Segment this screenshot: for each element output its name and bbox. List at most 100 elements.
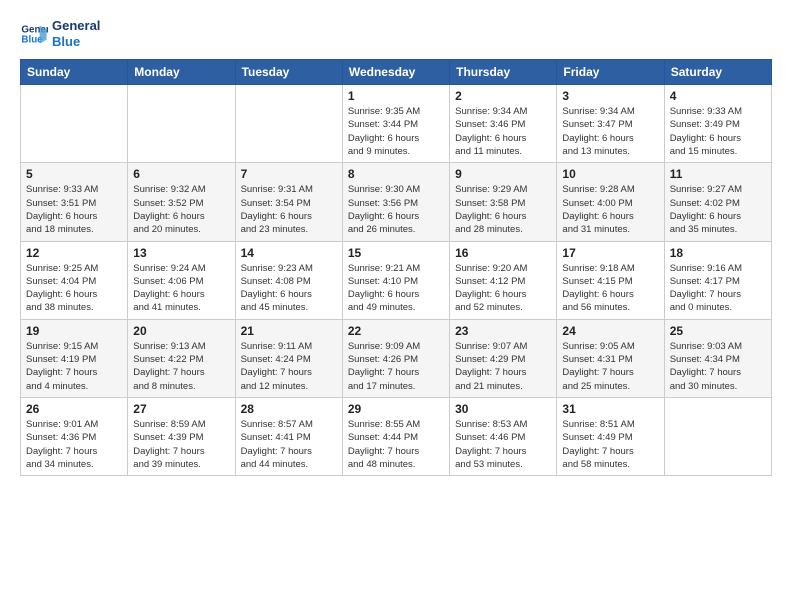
day-number: 17	[562, 246, 658, 260]
empty-cell	[235, 85, 342, 163]
day-number: 2	[455, 89, 551, 103]
day-number: 14	[241, 246, 337, 260]
day-number: 13	[133, 246, 229, 260]
day-number: 16	[455, 246, 551, 260]
calendar-week-4: 19Sunrise: 9:15 AM Sunset: 4:19 PM Dayli…	[21, 319, 772, 397]
day-cell-17: 17 Sunrise: 9:18 AM Sunset: 4:15 PM Dayli…	[557, 241, 664, 319]
day-info: Sunrise: 9:32 AM Sunset: 3:52 PM Dayligh…	[133, 183, 229, 236]
day-number: 18	[670, 246, 766, 260]
day-number: 3	[562, 89, 658, 103]
day-info: Sunrise: 9:35 AM Sunset: 3:44 PM Dayligh…	[348, 105, 444, 158]
col-header-thursday: Thursday	[450, 60, 557, 85]
col-header-sunday: Sunday	[21, 60, 128, 85]
day-info: Sunrise: 8:57 AM Sunset: 4:41 PM Dayligh…	[241, 418, 337, 471]
day-cell-20: 20 Sunrise: 9:13 AM Sunset: 4:22 PM Dayli…	[128, 319, 235, 397]
day-cell-11: 11 Sunrise: 9:27 AM Sunset: 4:02 PM Dayli…	[664, 163, 771, 241]
day-info: Sunrise: 9:18 AM Sunset: 4:15 PM Dayligh…	[562, 262, 658, 315]
day-cell-4: 4 Sunrise: 9:33 AM Sunset: 3:49 PM Daylig…	[664, 85, 771, 163]
day-number: 12	[26, 246, 122, 260]
day-cell-10: 10 Sunrise: 9:28 AM Sunset: 4:00 PM Dayli…	[557, 163, 664, 241]
day-cell-27: 27 Sunrise: 8:59 AM Sunset: 4:39 PM Dayli…	[128, 397, 235, 475]
day-number: 29	[348, 402, 444, 416]
day-info: Sunrise: 9:25 AM Sunset: 4:04 PM Dayligh…	[26, 262, 122, 315]
day-cell-9: 9 Sunrise: 9:29 AM Sunset: 3:58 PM Daylig…	[450, 163, 557, 241]
calendar-header-row: SundayMondayTuesdayWednesdayThursdayFrid…	[21, 60, 772, 85]
day-cell-19: 19Sunrise: 9:15 AM Sunset: 4:19 PM Dayli…	[21, 319, 128, 397]
day-number: 24	[562, 324, 658, 338]
day-number: 7	[241, 167, 337, 181]
day-cell-14: 14 Sunrise: 9:23 AM Sunset: 4:08 PM Dayli…	[235, 241, 342, 319]
day-number: 27	[133, 402, 229, 416]
day-info: Sunrise: 9:27 AM Sunset: 4:02 PM Dayligh…	[670, 183, 766, 236]
calendar-week-3: 12 Sunrise: 9:25 AM Sunset: 4:04 PM Dayli…	[21, 241, 772, 319]
day-cell-5: 5 Sunrise: 9:33 AM Sunset: 3:51 PM Daylig…	[21, 163, 128, 241]
col-header-tuesday: Tuesday	[235, 60, 342, 85]
day-number: 21	[241, 324, 337, 338]
col-header-monday: Monday	[128, 60, 235, 85]
day-number: 1	[348, 89, 444, 103]
col-header-friday: Friday	[557, 60, 664, 85]
day-number: 4	[670, 89, 766, 103]
logo-text: General Blue	[52, 18, 100, 49]
day-cell-1: 1 Sunrise: 9:35 AM Sunset: 3:44 PM Daylig…	[342, 85, 449, 163]
day-info: Sunrise: 9:33 AM Sunset: 3:51 PM Dayligh…	[26, 183, 122, 236]
empty-cell	[128, 85, 235, 163]
day-info: Sunrise: 9:15 AM Sunset: 4:19 PM Dayligh…	[26, 340, 122, 393]
day-info: Sunrise: 9:31 AM Sunset: 3:54 PM Dayligh…	[241, 183, 337, 236]
day-info: Sunrise: 9:05 AM Sunset: 4:31 PM Dayligh…	[562, 340, 658, 393]
calendar-week-2: 5 Sunrise: 9:33 AM Sunset: 3:51 PM Daylig…	[21, 163, 772, 241]
day-cell-7: 7 Sunrise: 9:31 AM Sunset: 3:54 PM Daylig…	[235, 163, 342, 241]
day-number: 10	[562, 167, 658, 181]
day-cell-18: 18 Sunrise: 9:16 AM Sunset: 4:17 PM Dayli…	[664, 241, 771, 319]
day-info: Sunrise: 9:34 AM Sunset: 3:46 PM Dayligh…	[455, 105, 551, 158]
day-info: Sunrise: 8:59 AM Sunset: 4:39 PM Dayligh…	[133, 418, 229, 471]
day-info: Sunrise: 9:33 AM Sunset: 3:49 PM Dayligh…	[670, 105, 766, 158]
day-number: 9	[455, 167, 551, 181]
day-cell-22: 22 Sunrise: 9:09 AM Sunset: 4:26 PM Dayli…	[342, 319, 449, 397]
col-header-wednesday: Wednesday	[342, 60, 449, 85]
day-number: 28	[241, 402, 337, 416]
day-info: Sunrise: 9:13 AM Sunset: 4:22 PM Dayligh…	[133, 340, 229, 393]
day-number: 31	[562, 402, 658, 416]
day-number: 11	[670, 167, 766, 181]
day-cell-6: 6 Sunrise: 9:32 AM Sunset: 3:52 PM Daylig…	[128, 163, 235, 241]
day-cell-28: 28 Sunrise: 8:57 AM Sunset: 4:41 PM Dayli…	[235, 397, 342, 475]
day-info: Sunrise: 9:11 AM Sunset: 4:24 PM Dayligh…	[241, 340, 337, 393]
day-number: 20	[133, 324, 229, 338]
day-number: 15	[348, 246, 444, 260]
day-cell-15: 15Sunrise: 9:21 AM Sunset: 4:10 PM Dayli…	[342, 241, 449, 319]
empty-cell	[21, 85, 128, 163]
day-info: Sunrise: 9:01 AM Sunset: 4:36 PM Dayligh…	[26, 418, 122, 471]
day-number: 6	[133, 167, 229, 181]
logo: General Blue General Blue	[20, 18, 100, 49]
day-number: 30	[455, 402, 551, 416]
day-info: Sunrise: 9:29 AM Sunset: 3:58 PM Dayligh…	[455, 183, 551, 236]
day-cell-26: 26 Sunrise: 9:01 AM Sunset: 4:36 PM Dayli…	[21, 397, 128, 475]
day-info: Sunrise: 9:16 AM Sunset: 4:17 PM Dayligh…	[670, 262, 766, 315]
day-number: 8	[348, 167, 444, 181]
page: General Blue General Blue SundayMondayTu…	[0, 0, 792, 486]
day-cell-12: 12 Sunrise: 9:25 AM Sunset: 4:04 PM Dayli…	[21, 241, 128, 319]
day-number: 22	[348, 324, 444, 338]
calendar-week-5: 26 Sunrise: 9:01 AM Sunset: 4:36 PM Dayli…	[21, 397, 772, 475]
day-info: Sunrise: 9:20 AM Sunset: 4:12 PM Dayligh…	[455, 262, 551, 315]
day-cell-30: 30Sunrise: 8:53 AM Sunset: 4:46 PM Dayli…	[450, 397, 557, 475]
day-cell-31: 31 Sunrise: 8:51 AM Sunset: 4:49 PM Dayli…	[557, 397, 664, 475]
day-info: Sunrise: 9:03 AM Sunset: 4:34 PM Dayligh…	[670, 340, 766, 393]
day-info: Sunrise: 8:51 AM Sunset: 4:49 PM Dayligh…	[562, 418, 658, 471]
day-cell-2: 2 Sunrise: 9:34 AM Sunset: 3:46 PM Daylig…	[450, 85, 557, 163]
day-cell-21: 21 Sunrise: 9:11 AM Sunset: 4:24 PM Dayli…	[235, 319, 342, 397]
day-info: Sunrise: 9:23 AM Sunset: 4:08 PM Dayligh…	[241, 262, 337, 315]
day-info: Sunrise: 8:55 AM Sunset: 4:44 PM Dayligh…	[348, 418, 444, 471]
calendar-table: SundayMondayTuesdayWednesdayThursdayFrid…	[20, 59, 772, 476]
day-cell-25: 25 Sunrise: 9:03 AM Sunset: 4:34 PM Dayli…	[664, 319, 771, 397]
day-info: Sunrise: 9:09 AM Sunset: 4:26 PM Dayligh…	[348, 340, 444, 393]
empty-cell	[664, 397, 771, 475]
day-number: 26	[26, 402, 122, 416]
day-info: Sunrise: 9:24 AM Sunset: 4:06 PM Dayligh…	[133, 262, 229, 315]
day-number: 25	[670, 324, 766, 338]
day-info: Sunrise: 9:28 AM Sunset: 4:00 PM Dayligh…	[562, 183, 658, 236]
calendar-week-1: 1 Sunrise: 9:35 AM Sunset: 3:44 PM Daylig…	[21, 85, 772, 163]
day-number: 5	[26, 167, 122, 181]
day-info: Sunrise: 9:07 AM Sunset: 4:29 PM Dayligh…	[455, 340, 551, 393]
